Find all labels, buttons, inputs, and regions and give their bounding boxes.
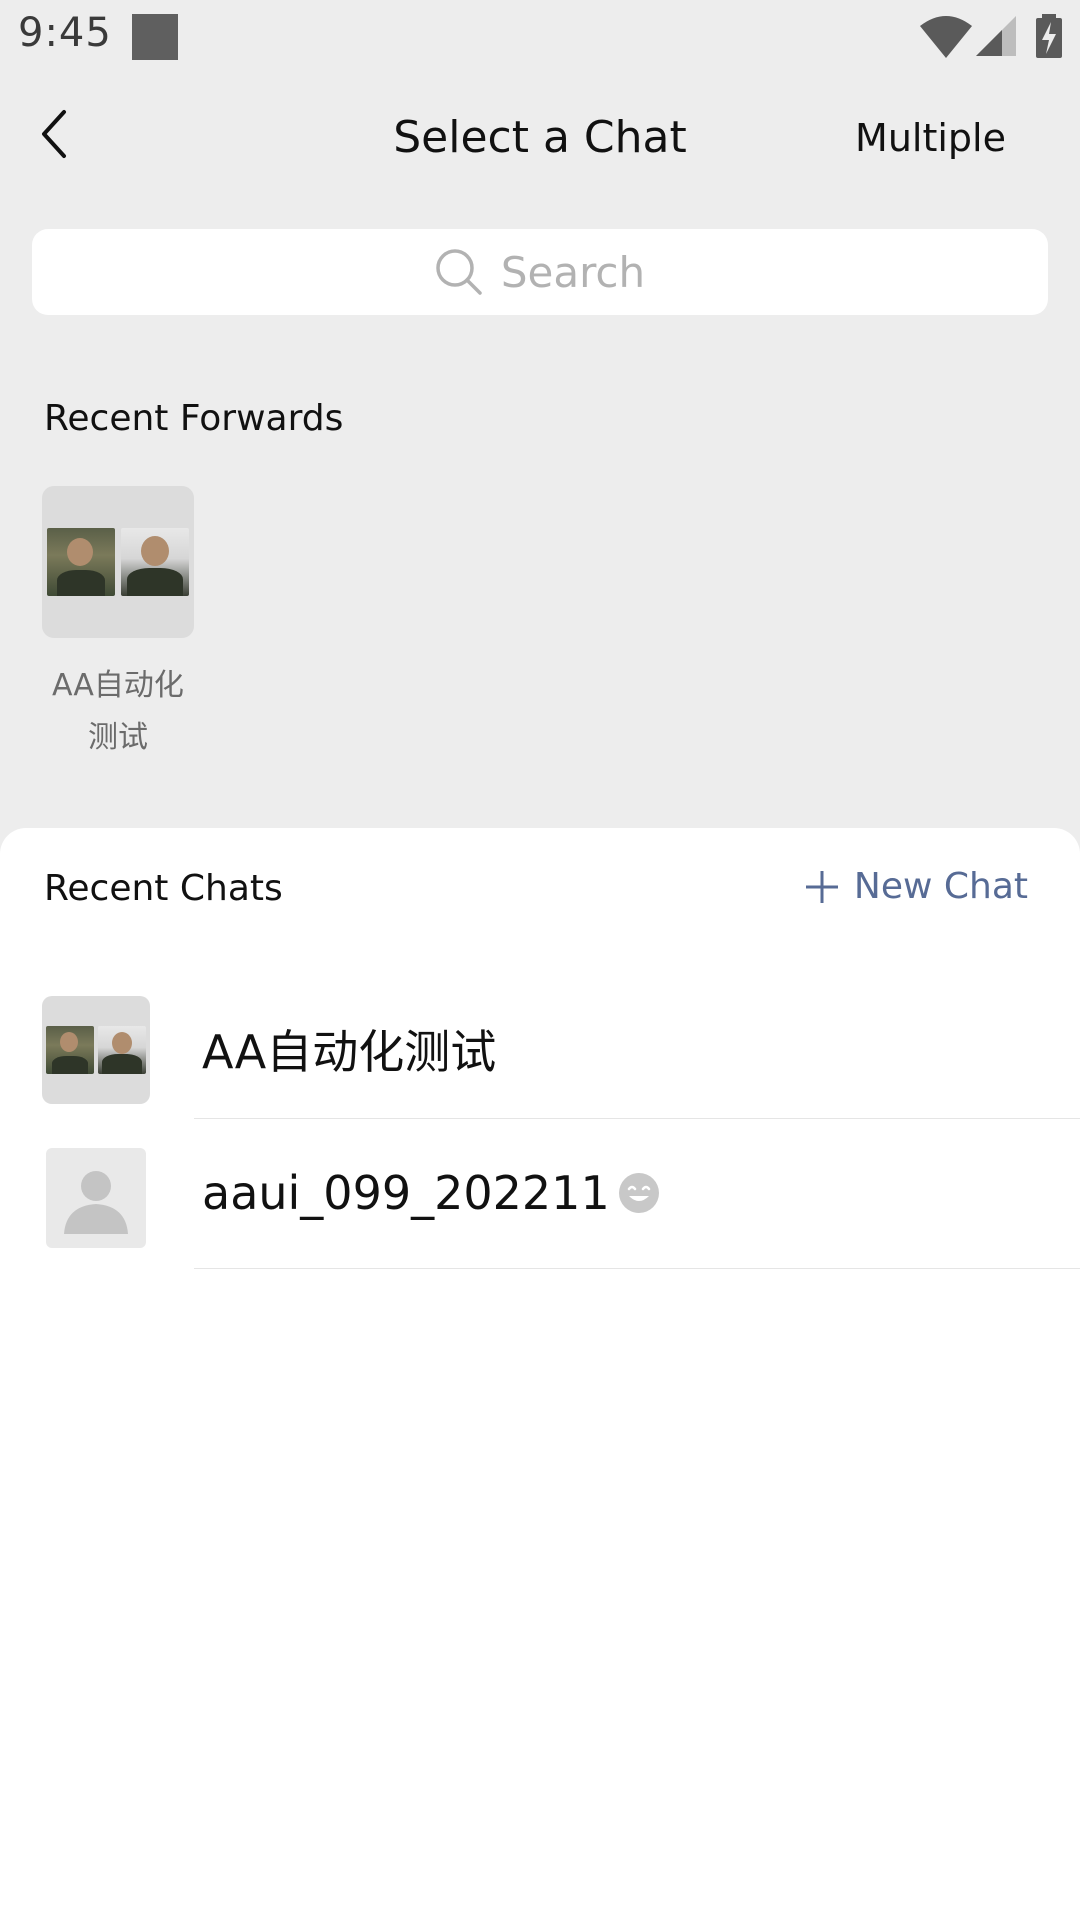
recent-forwards-title: Recent Forwards	[44, 398, 344, 439]
recent-chats-title: Recent Chats	[44, 868, 283, 909]
recent-chats-panel: Recent Chats New Chat AA自动化测试 aaui_099_2…	[0, 828, 1080, 1920]
search-icon	[436, 249, 482, 295]
signal-icon	[976, 16, 1016, 56]
group-avatar	[42, 486, 194, 638]
smiley-icon	[618, 1173, 659, 1213]
user-silhouette-icon	[64, 1171, 128, 1234]
plus-icon	[805, 870, 838, 903]
wifi-icon	[920, 16, 972, 58]
group-avatar	[42, 996, 150, 1104]
new-chat-label: New Chat	[853, 866, 1028, 907]
battery-charging-icon	[1036, 14, 1062, 58]
new-chat-button[interactable]: New Chat	[804, 866, 1028, 907]
status-bar: 9:45	[0, 0, 1080, 76]
search-input[interactable]: Search	[32, 229, 1048, 315]
divider	[194, 1268, 1080, 1269]
recent-forward-item[interactable]: AA自动化 测试	[42, 486, 194, 764]
chat-name: AA自动化测试	[202, 1025, 497, 1079]
chat-row[interactable]: aaui_099_202211	[0, 1118, 1080, 1269]
member-photo	[47, 528, 115, 596]
notification-icon	[132, 14, 178, 60]
recent-forward-label: AA自动化 测试	[52, 668, 184, 755]
header: Select a Chat Multiple	[0, 76, 1080, 200]
search-placeholder: Search	[500, 247, 646, 297]
member-photo	[121, 528, 189, 596]
chat-row[interactable]: AA自动化测试	[0, 968, 1080, 1119]
member-photo	[46, 1026, 94, 1074]
member-photo	[98, 1026, 146, 1074]
chat-name: aaui_099_202211	[202, 1166, 660, 1220]
default-user-avatar	[46, 1148, 146, 1248]
multiple-select-button[interactable]: Multiple	[855, 116, 1006, 160]
status-time: 9:45	[18, 10, 112, 56]
